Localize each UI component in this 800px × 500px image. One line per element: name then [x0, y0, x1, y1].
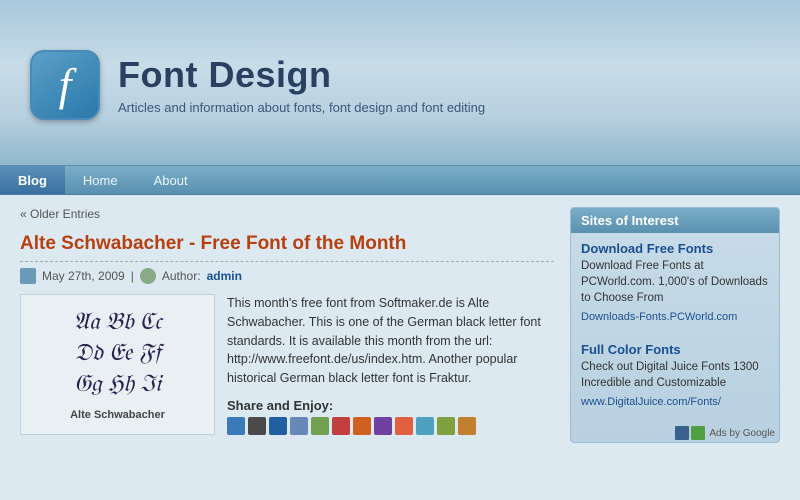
sidebar-link-download-fonts[interactable]: Download Free Fonts — [581, 241, 769, 256]
share-icon-su[interactable] — [353, 417, 371, 435]
older-entries: « Older Entries — [20, 207, 554, 221]
logo-letter: f — [59, 62, 72, 108]
sidebar-title: Sites of Interest — [571, 208, 779, 233]
share-icons — [227, 417, 554, 435]
logo-icon: f — [30, 50, 100, 120]
post-date: May 27th, 2009 — [42, 269, 125, 283]
ads-label: Ads by Google — [709, 428, 775, 439]
sidebar-link-full-color-fonts[interactable]: Full Color Fonts — [581, 342, 769, 357]
sidebar-desc-1: Download Free Fonts at PCWorld.com. 1,00… — [581, 258, 769, 306]
font-preview: 𝔄𝔞 𝔅𝔟 ℭ𝔠𝔇𝔡 𝔈𝔢 𝔉𝔣𝔊𝔤 ℌ𝔥 ℑ𝔦 — [25, 303, 210, 405]
post-meta: May 27th, 2009 | Author: admin — [20, 268, 554, 284]
nav-about[interactable]: About — [136, 166, 206, 194]
ads-badge-1 — [675, 426, 689, 440]
post-body: 𝔄𝔞 𝔅𝔟 ℭ𝔠𝔇𝔡 𝔈𝔢 𝔉𝔣𝔊𝔤 ℌ𝔥 ℑ𝔦 Alte Schwabache… — [20, 294, 554, 435]
sidebar: Sites of Interest Download Free Fonts Do… — [570, 207, 780, 453]
author-icon — [140, 268, 156, 284]
share-icon-del[interactable] — [227, 417, 245, 435]
sidebar-entry-2: Full Color Fonts Check out Digital Juice… — [581, 342, 769, 416]
share-icon-fb[interactable] — [269, 417, 287, 435]
main-content: « Older Entries Alte Schwabacher - Free … — [20, 207, 554, 453]
font-preview-label: Alte Schwabacher — [25, 409, 210, 421]
share-icon-techno[interactable] — [437, 417, 455, 435]
share-icon-digg[interactable] — [248, 417, 266, 435]
share-icon-mi[interactable] — [374, 417, 392, 435]
nav-blog[interactable]: Blog — [0, 166, 65, 194]
sidebar-entry-1: Download Free Fonts Download Free Fonts … — [581, 241, 769, 332]
nav-home[interactable]: Home — [65, 166, 136, 194]
font-image-box: 𝔄𝔞 𝔅𝔟 ℭ𝔠𝔇𝔡 𝔈𝔢 𝔉𝔣𝔊𝔤 ℌ𝔥 ℑ𝔦 Alte Schwabache… — [20, 294, 215, 435]
share-icon-yahoo[interactable] — [458, 417, 476, 435]
content-area: « Older Entries Alte Schwabacher - Free … — [0, 195, 800, 463]
post-text-area: This month's free font from Softmaker.de… — [227, 294, 554, 435]
sidebar-url-1[interactable]: Downloads-Fonts.PCWorld.com — [581, 311, 737, 323]
sidebar-url-2[interactable]: www.DigitalJuice.com/Fonts/ — [581, 396, 721, 408]
ads-badges — [675, 426, 705, 440]
calendar-icon — [20, 268, 36, 284]
site-title: Font Design — [118, 54, 485, 96]
ads-badge-2 — [691, 426, 705, 440]
meta-separator: | — [131, 269, 134, 283]
share-icon-stumble[interactable] — [395, 417, 413, 435]
share-icon-tw[interactable] — [416, 417, 434, 435]
author-label: Author: — [162, 269, 201, 283]
share-icon-rd[interactable] — [332, 417, 350, 435]
older-entries-link[interactable]: « Older Entries — [20, 207, 100, 221]
nav-bar: Blog Home About — [0, 165, 800, 195]
header-text: Font Design Articles and information abo… — [118, 54, 485, 115]
ads-footer: Ads by Google — [571, 424, 779, 442]
author-link[interactable]: admin — [207, 269, 242, 283]
share-icon-wp[interactable] — [311, 417, 329, 435]
site-subtitle: Articles and information about fonts, fo… — [118, 100, 485, 115]
sidebar-section: Sites of Interest Download Free Fonts Do… — [570, 207, 780, 443]
share-icon-buzz[interactable] — [290, 417, 308, 435]
post-body-text: This month's free font from Softmaker.de… — [227, 294, 554, 388]
post-title: Alte Schwabacher - Free Font of the Mont… — [20, 233, 554, 262]
header: f Font Design Articles and information a… — [0, 0, 800, 165]
share-section: Share and Enjoy: — [227, 398, 554, 435]
share-label: Share and Enjoy: — [227, 398, 554, 413]
sidebar-desc-2: Check out Digital Juice Fonts 1300 Incre… — [581, 359, 769, 391]
sidebar-content: Download Free Fonts Download Free Fonts … — [571, 233, 779, 424]
